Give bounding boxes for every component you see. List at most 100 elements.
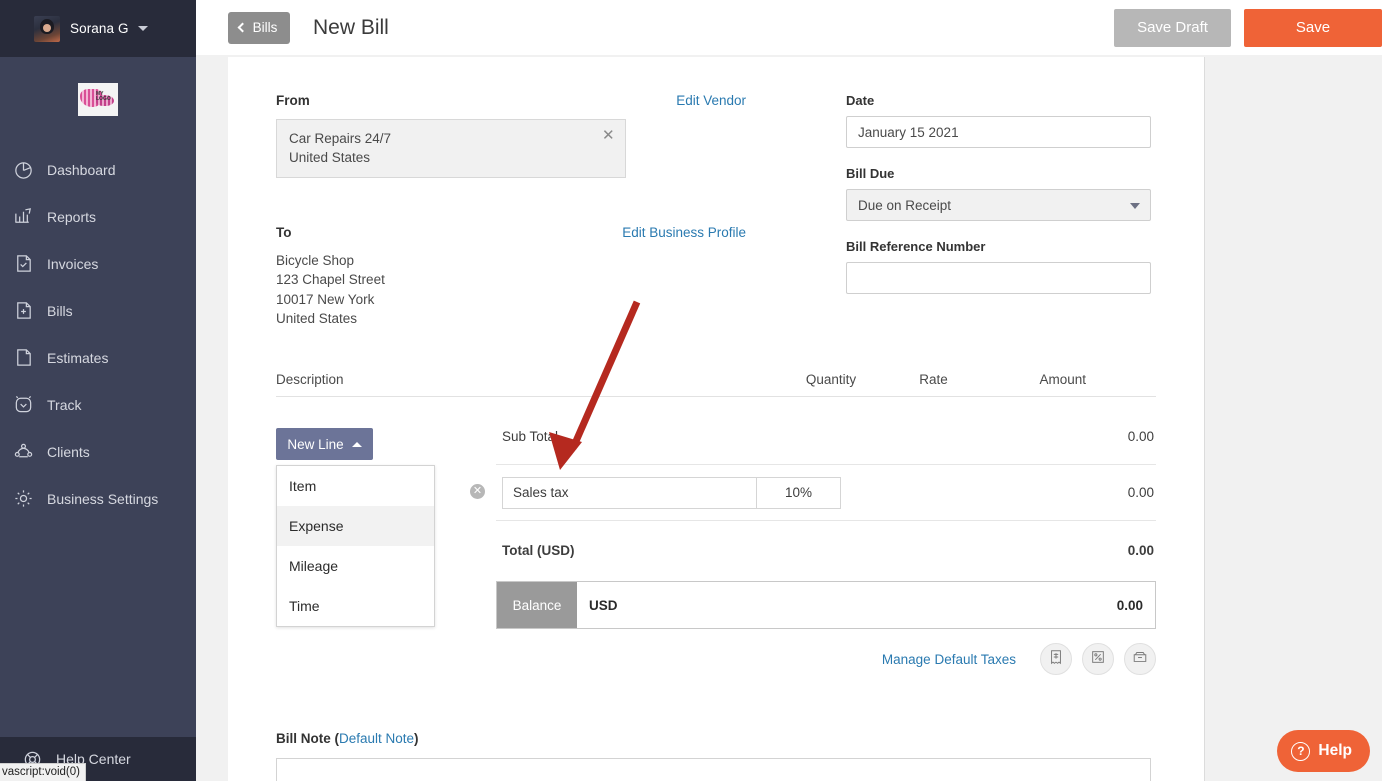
column-header-description: Description [276, 372, 344, 388]
sidebar-item-label: Track [47, 396, 82, 413]
sidebar-item-estimates[interactable]: Estimates [0, 334, 196, 381]
bill-reference-input[interactable] [846, 262, 1151, 294]
avatar [34, 15, 60, 42]
menu-item-label: Expense [289, 518, 344, 535]
sidebar-item-clients[interactable]: Clients [0, 428, 196, 475]
to-address: Bicycle Shop 123 Chapel Street 10017 New… [276, 251, 746, 328]
close-icon[interactable]: ✕ [602, 128, 615, 143]
sidebar-item-label: Clients [47, 443, 90, 460]
bill-note-label-prefix: Bill Note ( [276, 731, 339, 747]
menu-item-label: Item [289, 478, 317, 495]
sidebar-item-bills[interactable]: Bills [0, 287, 196, 334]
manage-default-taxes-link[interactable]: Manage Default Taxes [882, 652, 1016, 667]
to-label: To [276, 225, 292, 240]
from-label: From [276, 93, 310, 108]
page-title: New Bill [313, 15, 389, 39]
menu-item-expense[interactable]: Expense [277, 506, 434, 547]
tax-row: ✕ 0.00 [470, 465, 1156, 522]
balance-label: Balance [497, 582, 577, 629]
topbar: Bills New Bill Save Draft Save [196, 0, 1382, 55]
document-icon [8, 346, 38, 370]
parties-column: From Edit Vendor Car Repairs 24/7 United… [276, 93, 746, 328]
workspace: From Edit Vendor Car Repairs 24/7 United… [196, 55, 1382, 781]
totals-section: Sub Total 0.00 ✕ 0.00 Tota [470, 397, 1156, 676]
date-field-group: Date [846, 93, 1156, 148]
logo-text: MY LOGO [96, 91, 111, 102]
bill-header-section: From Edit Vendor Car Repairs 24/7 United… [276, 57, 1156, 328]
balance-currency: USD [589, 597, 618, 613]
sidebar-item-label: Business Settings [47, 490, 159, 507]
archive-box-icon-button[interactable] [1124, 643, 1156, 676]
sidebar: Sorana G MY LOGO Dashboard Reports Invoi… [0, 0, 196, 781]
app-root: Sorana G MY LOGO Dashboard Reports Invoi… [0, 0, 1382, 781]
column-header-quantity: Quantity [805, 372, 857, 388]
help-widget-button[interactable]: ? Help [1277, 730, 1370, 772]
edit-business-profile-link[interactable]: Edit Business Profile [622, 225, 746, 240]
balance-body: USD 0.00 [577, 582, 1155, 629]
sidebar-item-reports[interactable]: Reports [0, 193, 196, 240]
document-check-icon [8, 252, 38, 276]
total-label: Total (USD) [502, 542, 575, 558]
total-row: Total (USD) 0.00 [496, 521, 1156, 579]
vendor-country: United States [289, 150, 371, 165]
new-line-button[interactable]: New Line [276, 428, 373, 461]
details-column: Date Bill Due Due on Receipt Bill Refere… [846, 93, 1156, 328]
line-items-header-row: Description Quantity Rate Amount [276, 372, 1156, 398]
receipt-icon-button[interactable] [1040, 643, 1072, 676]
back-button-label: Bills [252, 20, 278, 35]
remove-circle-icon[interactable]: ✕ [470, 484, 485, 500]
sub-total-label: Sub Total [502, 429, 559, 445]
menu-item-label: Time [289, 598, 320, 615]
bill-due-label: Bill Due [846, 166, 895, 181]
percent-icon [1090, 649, 1106, 670]
bill-note-section: Bill Note (Default Note) [276, 731, 1156, 781]
sub-total-row: Sub Total 0.00 [496, 409, 1156, 466]
sidebar-item-dashboard[interactable]: Dashboard [0, 146, 196, 193]
chevron-down-icon [1130, 203, 1140, 209]
chevron-down-icon[interactable] [137, 26, 148, 31]
sidebar-item-label: Estimates [47, 349, 109, 366]
sidebar-item-label: Invoices [47, 255, 99, 272]
bar-chart-icon [8, 205, 38, 229]
sidebar-item-invoices[interactable]: Invoices [0, 240, 196, 287]
vendor-name: Car Repairs 24/7 [289, 131, 392, 146]
menu-item-mileage[interactable]: Mileage [277, 546, 434, 586]
user-menu[interactable]: Sorana G [0, 0, 196, 57]
topbar-actions: Save Draft Save [1114, 0, 1382, 55]
tax-rate-input[interactable] [757, 476, 841, 509]
new-line-label: New Line [287, 436, 344, 452]
archive-box-icon [1132, 649, 1148, 670]
menu-item-time[interactable]: Time [277, 586, 434, 626]
tax-amount-value: 0.00 [1127, 485, 1154, 501]
date-input[interactable] [846, 116, 1151, 148]
menu-item-item[interactable]: Item [277, 466, 434, 506]
document-plus-icon [8, 299, 38, 323]
default-note-link[interactable]: Default Note [339, 731, 414, 746]
clock-icon [8, 393, 38, 417]
company-logo: MY LOGO [0, 83, 196, 116]
browser-status-bar: vascript:void(0) [0, 763, 86, 781]
chevron-up-icon [351, 441, 362, 447]
bill-reference-field-group: Bill Reference Number [846, 239, 1156, 294]
bill-note-textarea[interactable] [276, 758, 1151, 781]
save-button[interactable]: Save [1244, 8, 1382, 47]
question-circle-icon: ? [1291, 741, 1311, 761]
gear-icon [8, 487, 38, 511]
balance-row: Balance USD 0.00 [496, 581, 1156, 630]
bill-due-select[interactable]: Due on Receipt [846, 189, 1151, 221]
vendor-box[interactable]: Car Repairs 24/7 United States ✕ [276, 119, 626, 178]
tax-tools: Manage Default Taxes [496, 643, 1156, 676]
back-to-bills-button[interactable]: Bills [228, 11, 290, 44]
bill-form-card: From Edit Vendor Car Repairs 24/7 United… [228, 57, 1205, 781]
bill-reference-label: Bill Reference Number [846, 239, 986, 254]
save-draft-button[interactable]: Save Draft [1114, 8, 1231, 47]
to-address-line: 123 Chapel Street [276, 272, 385, 288]
chevron-left-icon [237, 22, 248, 33]
help-widget-label: Help [1318, 742, 1352, 759]
to-header: To Edit Business Profile [276, 225, 746, 240]
edit-vendor-link[interactable]: Edit Vendor [676, 93, 746, 108]
percent-icon-button[interactable] [1082, 643, 1114, 676]
sidebar-item-business-settings[interactable]: Business Settings [0, 475, 196, 522]
tax-name-input[interactable] [502, 476, 757, 509]
sidebar-item-track[interactable]: Track [0, 381, 196, 428]
